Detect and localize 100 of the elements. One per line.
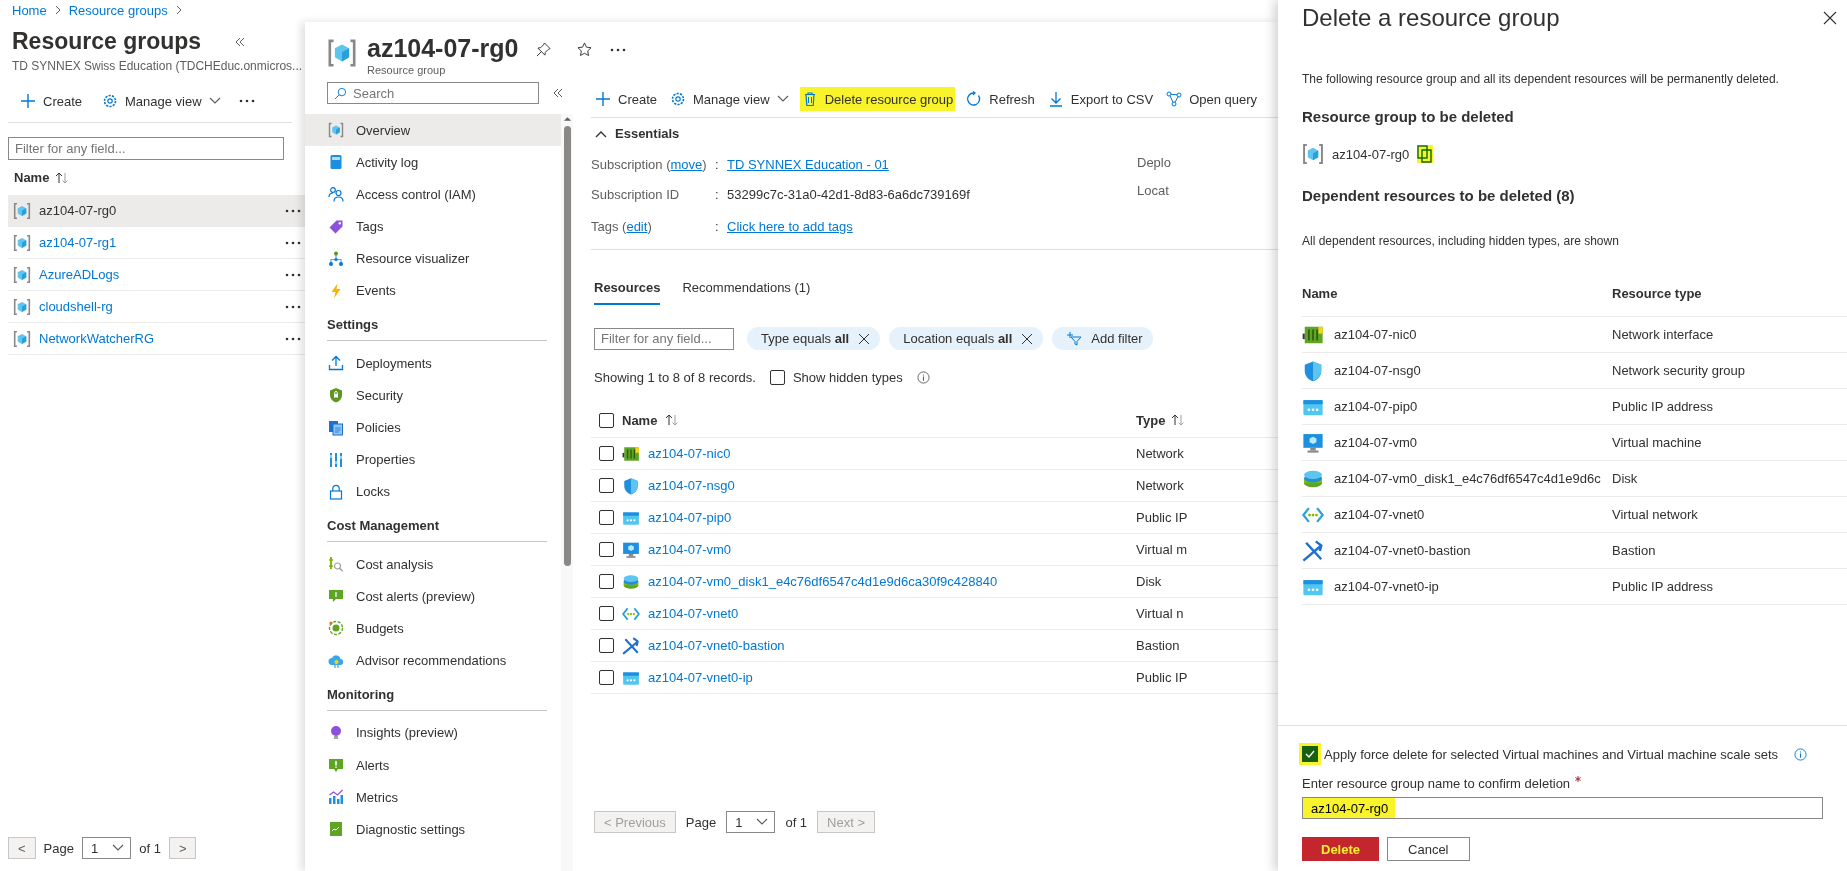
confirm-name-field[interactable]: az104-07-rg0 bbox=[1302, 797, 1823, 819]
nav-item[interactable]: Alerts bbox=[305, 749, 561, 781]
checkbox[interactable] bbox=[599, 638, 614, 653]
resource-group-row[interactable]: NetworkWatcherRG bbox=[8, 323, 305, 355]
resource-group-row[interactable]: az104-07-rg1 bbox=[8, 227, 305, 259]
info-icon[interactable] bbox=[916, 371, 930, 384]
toolbar-button[interactable]: Manage view bbox=[668, 87, 791, 111]
nav-item[interactable]: Deployments bbox=[305, 347, 561, 380]
scroll-up-icon[interactable] bbox=[562, 116, 572, 122]
filter-pill[interactable]: Location equals all bbox=[889, 327, 1044, 350]
nav-item[interactable]: Budgets bbox=[305, 612, 561, 645]
field-link[interactable]: move bbox=[670, 156, 703, 172]
next-page-button[interactable]: > bbox=[168, 837, 197, 859]
more-icon[interactable] bbox=[285, 240, 301, 245]
breadcrumb-link[interactable]: Resource groups bbox=[68, 2, 168, 18]
checkbox[interactable] bbox=[769, 370, 785, 385]
add-filter-button[interactable]: Add filter bbox=[1052, 327, 1153, 350]
checkbox[interactable] bbox=[599, 670, 614, 685]
resource-group-row[interactable]: az104-07-rg0 bbox=[8, 195, 305, 227]
nav-item[interactable]: Diagnostic settings bbox=[305, 813, 561, 846]
tab[interactable]: Resources bbox=[594, 276, 661, 305]
resource-group-name[interactable]: NetworkWatcherRG bbox=[39, 331, 277, 346]
resource-group-name[interactable]: az104-07-rg1 bbox=[39, 235, 277, 250]
more-icon[interactable] bbox=[285, 304, 301, 309]
more-icon[interactable] bbox=[285, 272, 301, 277]
breadcrumb-link[interactable]: Home bbox=[12, 2, 47, 18]
resource-group-name[interactable]: AzureADLogs bbox=[39, 267, 277, 282]
checkbox[interactable] bbox=[599, 606, 614, 621]
close-icon[interactable] bbox=[1021, 332, 1034, 345]
resource-group-name[interactable]: cloudshell-rg bbox=[39, 299, 277, 314]
field-value-link[interactable]: TD SYNNEX Education - 01 bbox=[727, 156, 889, 172]
resource-link[interactable]: az104-07-vm0 bbox=[648, 542, 732, 557]
scrollbar[interactable] bbox=[561, 114, 573, 871]
previous-page-button[interactable]: < bbox=[8, 837, 36, 859]
filter-field[interactable]: Filter for any field... bbox=[8, 137, 284, 160]
sort-icon[interactable] bbox=[55, 171, 70, 184]
toolbar-button[interactable]: Delete resource group bbox=[799, 87, 956, 111]
nav-item[interactable]: Insights (preview) bbox=[305, 716, 561, 749]
pin-icon[interactable] bbox=[536, 42, 552, 57]
toolbar-button[interactable]: Refresh bbox=[964, 87, 1037, 111]
resource-link[interactable]: az104-07-nsg0 bbox=[648, 478, 735, 493]
search-field[interactable]: Search bbox=[327, 82, 539, 104]
resource-link[interactable]: az104-07-vnet0-ip bbox=[648, 670, 753, 685]
checkbox[interactable] bbox=[1302, 746, 1318, 762]
nav-item[interactable]: Tags bbox=[305, 210, 561, 243]
collapse-icon[interactable] bbox=[235, 36, 245, 47]
filter-field[interactable]: Filter for any field... bbox=[594, 327, 734, 350]
nav-item[interactable]: Events bbox=[305, 274, 561, 307]
checkbox[interactable] bbox=[599, 478, 614, 493]
page-select[interactable]: 1 bbox=[726, 811, 776, 833]
collapse-icon[interactable] bbox=[553, 88, 563, 98]
checkbox[interactable] bbox=[599, 542, 614, 557]
resource-link[interactable]: az104-07-nic0 bbox=[648, 446, 731, 461]
sort-icon[interactable] bbox=[665, 414, 680, 426]
checkbox-label[interactable]: Apply force delete for selected Virtual machines and Virtual machine scale sets bbox=[1324, 746, 1779, 762]
delete-button[interactable]: Delete bbox=[1302, 837, 1380, 861]
resource-link[interactable]: az104-07-pip0 bbox=[648, 510, 732, 525]
sort-icon[interactable] bbox=[1171, 414, 1186, 426]
toolbar-button[interactable]: Create bbox=[593, 87, 660, 111]
checkbox[interactable] bbox=[599, 446, 614, 461]
resource-link[interactable]: az104-07-vm0_disk1_e4c76df6547c4d1e9d6ca30f9c428840 bbox=[648, 574, 998, 589]
essentials-toggle[interactable]: Essentials bbox=[615, 126, 680, 141]
field-value-link[interactable]: Click here to add tags bbox=[727, 218, 853, 234]
more-icon[interactable] bbox=[610, 48, 627, 52]
nav-item[interactable]: Locks bbox=[305, 475, 561, 508]
nav-item[interactable]: Policies bbox=[305, 411, 561, 444]
filter-pill[interactable]: Type equals all bbox=[747, 327, 881, 350]
checkbox[interactable] bbox=[599, 510, 614, 525]
more-icon[interactable] bbox=[238, 99, 255, 103]
field-link[interactable]: edit bbox=[626, 218, 648, 234]
page-select[interactable]: 1 bbox=[81, 837, 132, 859]
column-header[interactable]: Name bbox=[14, 170, 50, 185]
nav-item[interactable]: Cost alerts (preview) bbox=[305, 580, 561, 613]
close-icon[interactable] bbox=[858, 332, 871, 345]
nav-item[interactable]: Access control (IAM) bbox=[305, 178, 561, 211]
checkbox[interactable] bbox=[599, 574, 614, 589]
nav-item[interactable]: Metrics bbox=[305, 781, 561, 814]
copy-icon[interactable] bbox=[1417, 145, 1434, 163]
more-icon[interactable] bbox=[285, 208, 301, 213]
close-icon[interactable] bbox=[1823, 11, 1837, 25]
toolbar-button[interactable]: Manage view bbox=[100, 89, 223, 113]
nav-item[interactable]: Advisor recommendations bbox=[305, 644, 561, 677]
nav-item[interactable]: Properties bbox=[305, 443, 561, 476]
cancel-button[interactable]: Cancel bbox=[1387, 837, 1470, 861]
nav-item[interactable]: Activity log bbox=[305, 146, 561, 179]
toolbar-button[interactable]: Export to CSV bbox=[1045, 87, 1156, 111]
resource-group-row[interactable]: AzureADLogs bbox=[8, 259, 305, 291]
nav-item[interactable]: Security bbox=[305, 379, 561, 412]
select-all-checkbox[interactable] bbox=[599, 412, 614, 428]
column-header[interactable]: Type bbox=[1136, 412, 1166, 428]
nav-item[interactable]: Overview bbox=[305, 114, 561, 146]
resource-group-name[interactable]: az104-07-rg0 bbox=[39, 203, 277, 218]
resource-group-row[interactable]: cloudshell-rg bbox=[8, 291, 305, 323]
nav-item[interactable]: Resource visualizer bbox=[305, 242, 561, 275]
checkbox-label[interactable]: Show hidden types bbox=[792, 370, 903, 385]
nav-item[interactable]: Cost analysis bbox=[305, 548, 561, 581]
resource-link[interactable]: az104-07-vnet0-bastion bbox=[648, 638, 785, 653]
tab[interactable]: Recommendations (1) bbox=[682, 276, 811, 305]
info-icon[interactable] bbox=[1794, 747, 1808, 761]
toolbar-button[interactable]: Open query bbox=[1164, 87, 1260, 111]
